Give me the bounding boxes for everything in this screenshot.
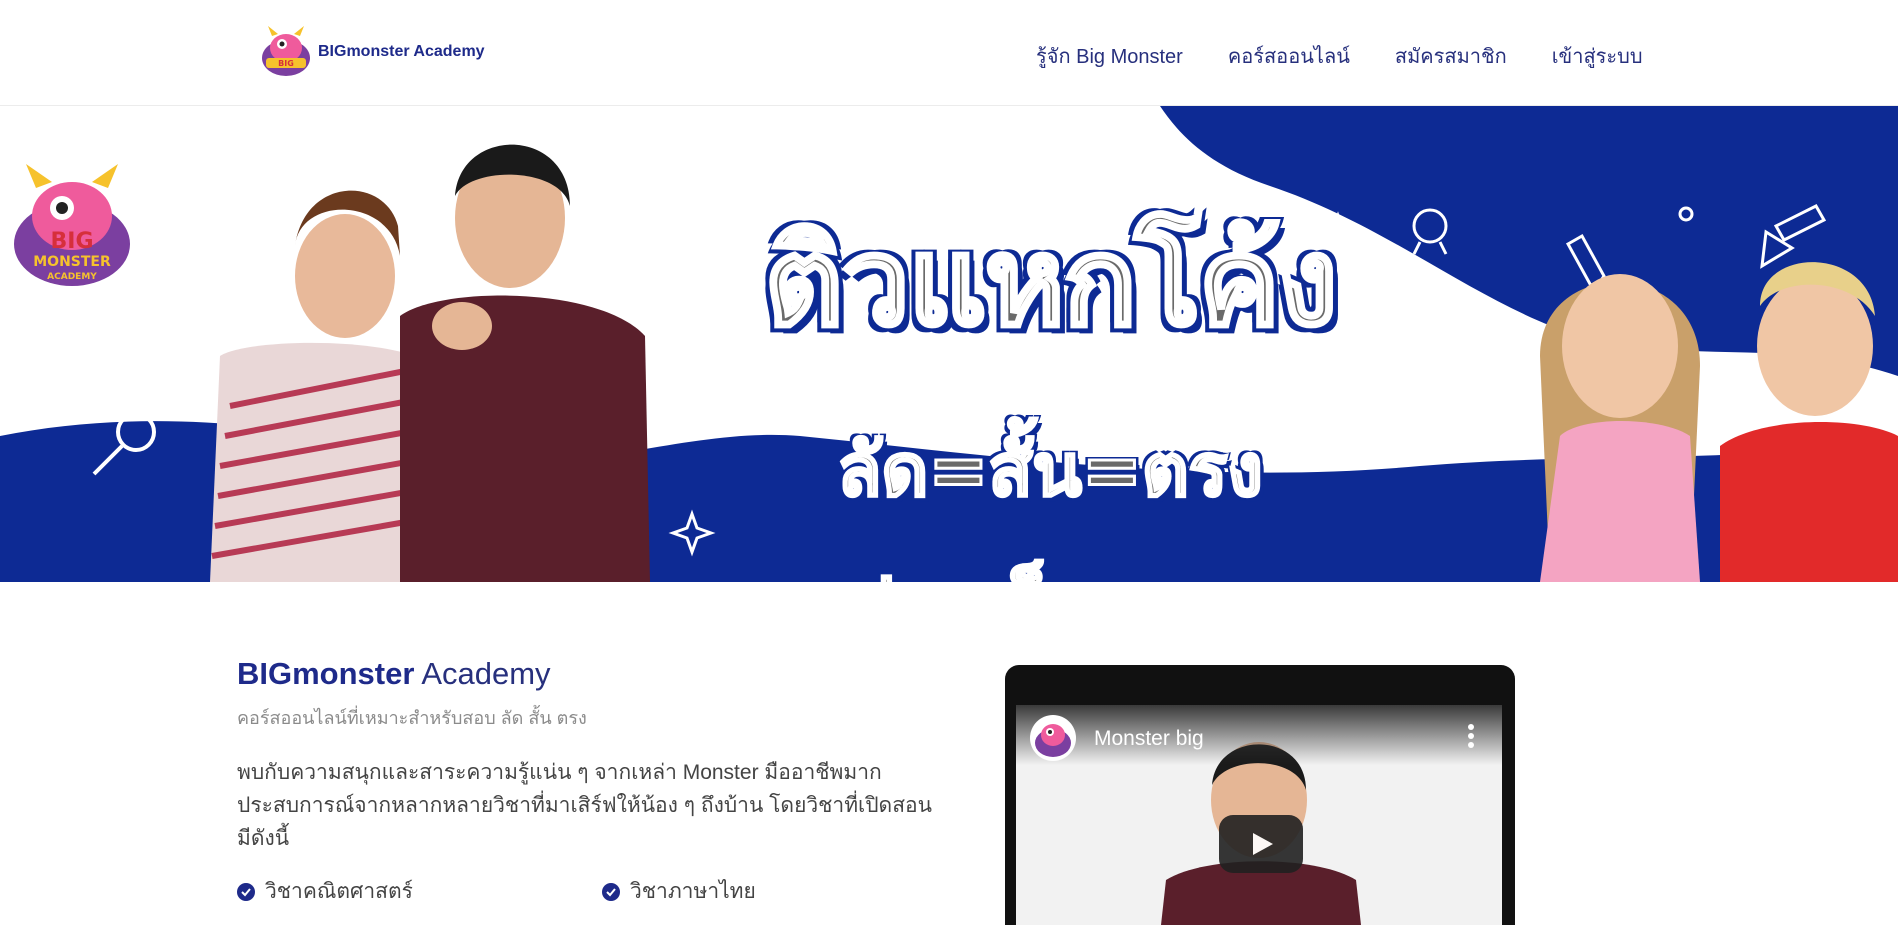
monster-logo-icon: BIG bbox=[262, 26, 310, 76]
svg-text:ACADEMY: ACADEMY bbox=[47, 272, 97, 282]
svg-text:BIG: BIG bbox=[278, 59, 294, 68]
nav-login[interactable]: เข้าสู่ระบบ bbox=[1552, 40, 1643, 72]
check-circle-icon bbox=[602, 882, 620, 901]
subject-label: วิชาคณิตศาสตร์ bbox=[265, 880, 413, 903]
brand-name: BIGmonster Academy bbox=[318, 43, 485, 60]
svg-text:BIG: BIG bbox=[50, 229, 93, 254]
nav-about[interactable]: รู้จัก Big Monster bbox=[1036, 40, 1183, 72]
hero-tagline: ลัด=สั้น=ตรง bbox=[836, 428, 1264, 512]
brand-link[interactable]: BIG BIGmonster Academy bbox=[258, 24, 485, 80]
more-options-icon[interactable] bbox=[1456, 719, 1486, 753]
play-icon bbox=[1253, 833, 1273, 855]
main-nav: รู้จัก Big Monster คอร์สออนไลน์ สมัครสมา… bbox=[1036, 40, 1643, 72]
hero-headline: ติวแหกโค้ง bbox=[762, 211, 1339, 353]
banner-monster-logo: BIG MONSTER ACADEMY bbox=[14, 164, 130, 286]
check-circle-icon bbox=[237, 882, 255, 901]
hero-carousel[interactable]: BIG MONSTER ACADEMY ติวแหกโค้ง ลัด=สั้น=… bbox=[0, 106, 1898, 582]
subject-list: วิชาคณิตศาสตร์ วิชาภาษาไทย bbox=[237, 875, 967, 908]
svg-text:MONSTER: MONSTER bbox=[33, 254, 111, 270]
channel-avatar[interactable] bbox=[1030, 715, 1076, 761]
video-top-bar bbox=[1016, 705, 1502, 765]
hero-subtagline: ทุกประเด็นออกสอบ bbox=[735, 566, 1395, 582]
top-navbar: BIG BIGmonster Academy รู้จัก Big Monste… bbox=[0, 0, 1898, 106]
nav-courses[interactable]: คอร์สออนไลน์ bbox=[1228, 40, 1350, 72]
subject-label: วิชาภาษาไทย bbox=[630, 880, 756, 903]
subject-item: วิชาคณิตศาสตร์ bbox=[237, 875, 602, 908]
section-description: พบกับความสนุกและสาระความรู้แน่น ๆ จากเหล… bbox=[237, 761, 932, 850]
section-subtitle: คอร์สออนไลน์ที่เหมาะสำหรับสอบ ลัด สั้น ต… bbox=[237, 708, 587, 728]
nav-register[interactable]: สมัครสมาชิก bbox=[1395, 40, 1507, 72]
video-channel-name[interactable]: Monster big bbox=[1094, 727, 1204, 751]
teacher-man-figure bbox=[400, 144, 650, 582]
student-girl-figure bbox=[1540, 274, 1700, 582]
youtube-video-embed[interactable]: Monster big bbox=[1016, 705, 1502, 925]
subject-item: วิชาภาษาไทย bbox=[602, 875, 967, 908]
play-button[interactable] bbox=[1219, 815, 1303, 873]
section-title: BIGmonster Academy bbox=[237, 656, 551, 691]
